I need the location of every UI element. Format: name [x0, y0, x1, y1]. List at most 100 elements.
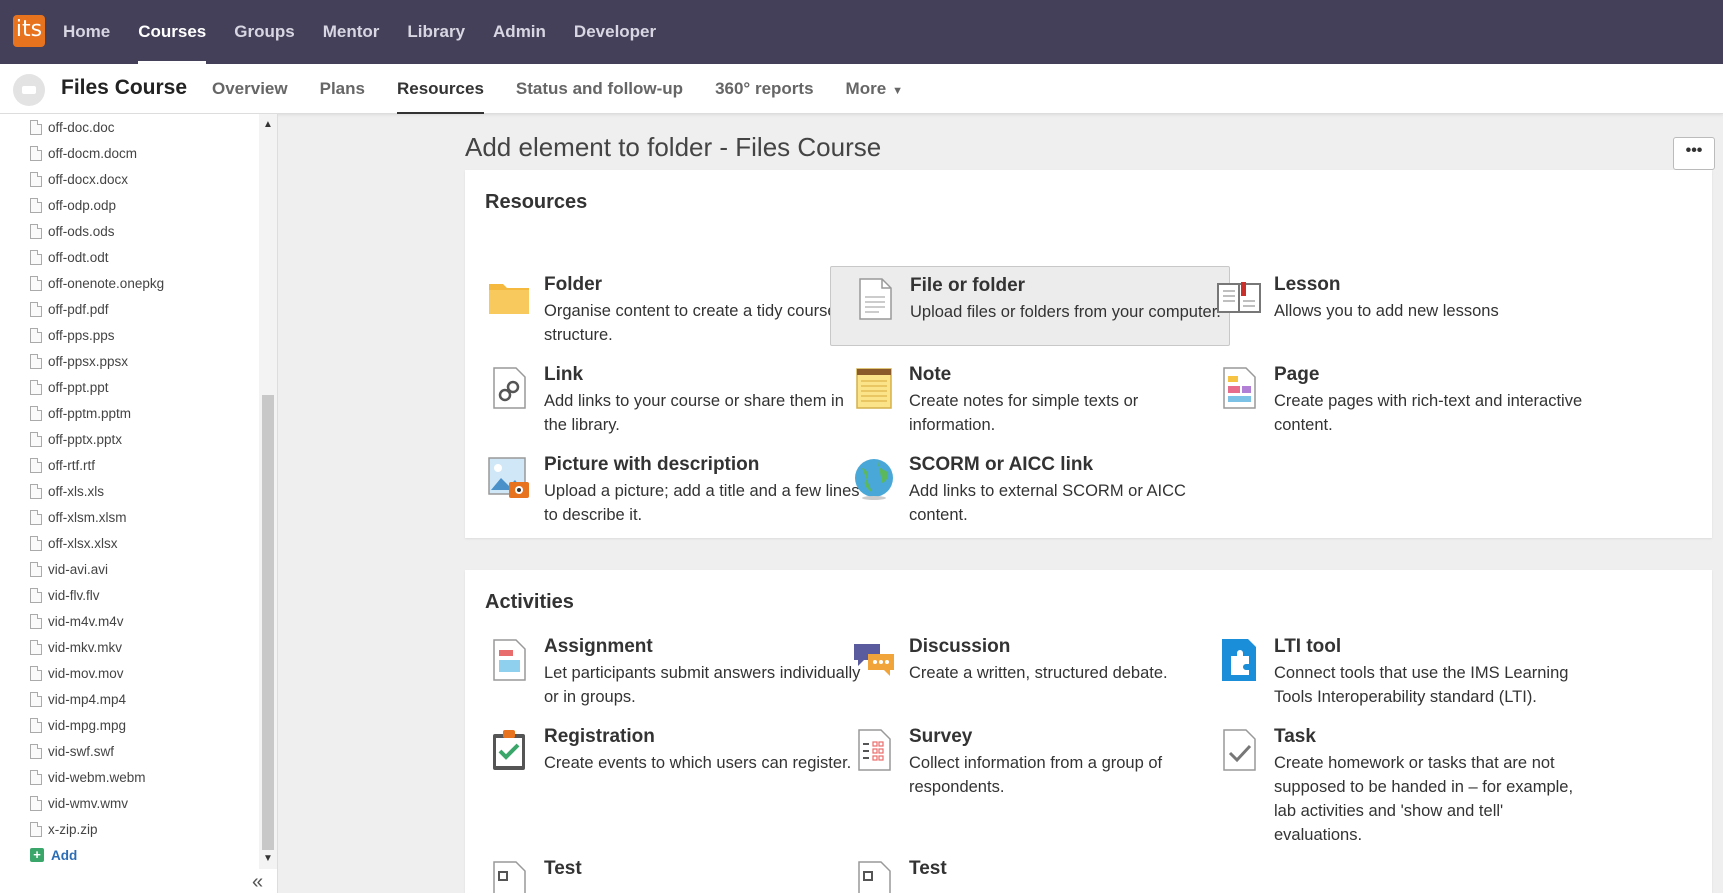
nav-library[interactable]: Library: [407, 0, 465, 64]
nav-courses[interactable]: Courses: [138, 0, 207, 64]
file-tree-item[interactable]: off-ppsx.ppsx: [30, 348, 164, 374]
file-tree-item[interactable]: off-ppt.ppt: [30, 374, 164, 400]
scroll-down-arrow-icon[interactable]: ▼: [262, 852, 274, 866]
element-option-scorm-or-aicc-link[interactable]: SCORM or AICC link Add links to external …: [830, 446, 1230, 526]
document-icon: [30, 249, 42, 265]
file-tree-item[interactable]: vid-webm.webm: [30, 764, 164, 790]
tab-status-follow-up[interactable]: Status and follow-up: [516, 64, 683, 114]
file-tree-item-label: off-onenote.onepkg: [48, 275, 165, 291]
element-option-note[interactable]: Note Create notes for simple texts or inf…: [830, 356, 1230, 436]
nav-home[interactable]: Home: [63, 0, 110, 64]
tab-overview[interactable]: Overview: [212, 64, 288, 114]
file-tree-item[interactable]: vid-swf.swf: [30, 738, 164, 764]
file-tree-item[interactable]: off-pptx.pptx: [30, 426, 164, 452]
test-icon: [850, 858, 898, 893]
tab-more[interactable]: More ▼: [846, 64, 904, 114]
element-option-title: Discussion: [909, 636, 1011, 657]
element-option-discussion[interactable]: Discussion Create a written, structured d…: [830, 628, 1230, 708]
element-option-lti-tool[interactable]: LTI tool Connect tools that use the IMS L…: [1195, 628, 1595, 708]
file-tree-item-label: off-xlsm.xlsm: [48, 509, 127, 525]
document-icon: [30, 223, 42, 239]
file-tree-item[interactable]: off-docx.docx: [30, 166, 164, 192]
add-file-button[interactable]: + Add: [30, 842, 164, 868]
file-tree-item[interactable]: vid-avi.avi: [30, 556, 164, 582]
file-tree-item[interactable]: off-odp.odp: [30, 192, 164, 218]
element-option-link[interactable]: Link Add links to your course or share th…: [465, 356, 865, 436]
file-tree-item[interactable]: off-xlsm.xlsm: [30, 504, 164, 530]
file-tree-item[interactable]: off-docm.docm: [30, 140, 164, 166]
file-tree-item[interactable]: vid-mov.mov: [30, 660, 164, 686]
file-tree-item[interactable]: x-zip.zip: [30, 816, 164, 842]
document-icon: [30, 665, 42, 681]
element-option-assignment[interactable]: Assignment Let participants submit answer…: [465, 628, 865, 708]
file-tree-item[interactable]: vid-mp4.mp4: [30, 686, 164, 712]
document-icon: [30, 353, 42, 369]
element-option-test[interactable]: Test: [465, 850, 865, 893]
document-icon: [30, 509, 42, 525]
document-icon: [30, 119, 42, 135]
file-tree-item[interactable]: off-pptm.pptm: [30, 400, 164, 426]
document-icon: [30, 171, 42, 187]
file-tree-item[interactable]: vid-mpg.mpg: [30, 712, 164, 738]
nav-mentor[interactable]: Mentor: [323, 0, 380, 64]
file-tree-item[interactable]: off-ods.ods: [30, 218, 164, 244]
file-tree-item[interactable]: off-doc.doc: [30, 114, 164, 140]
caret-down-icon: ▼: [892, 85, 904, 97]
document-icon: [30, 743, 42, 759]
course-avatar-icon[interactable]: [13, 74, 45, 106]
file-tree-item[interactable]: vid-mkv.mkv: [30, 634, 164, 660]
nav-admin[interactable]: Admin: [493, 0, 546, 64]
element-option-page[interactable]: Page Create pages with rich-text and inte…: [1195, 356, 1595, 436]
file-tree-item[interactable]: off-pps.pps: [30, 322, 164, 348]
element-option-title: Page: [1274, 364, 1320, 385]
its-logo[interactable]: its: [13, 15, 45, 47]
file-tree-item[interactable]: off-xls.xls: [30, 478, 164, 504]
more-options-button[interactable]: •••: [1673, 137, 1715, 170]
element-option-title: Task: [1274, 726, 1316, 747]
element-option-description: Upload files or folders from your comput…: [910, 303, 1221, 321]
element-option-picture-with-description[interactable]: Picture with description Upload a picture…: [465, 446, 865, 526]
element-option-title: Assignment: [544, 636, 653, 657]
scroll-up-arrow-icon[interactable]: ▲: [262, 118, 274, 132]
file-tree-item-label: off-doc.doc: [48, 119, 115, 135]
element-option-title: Registration: [544, 726, 655, 747]
file-tree-item-label: off-ppt.ppt: [48, 379, 109, 395]
element-option-description: Add links to your course or share them i…: [544, 392, 844, 434]
file-tree-item[interactable]: vid-m4v.m4v: [30, 608, 164, 634]
element-option-title: Picture with description: [544, 454, 760, 475]
lesson-icon: [1215, 274, 1263, 322]
element-option-test[interactable]: Test: [830, 850, 1230, 893]
element-option-lesson[interactable]: Lesson Allows you to add new lessons: [1195, 266, 1595, 346]
document-icon: [30, 301, 42, 317]
file-tree-item[interactable]: vid-flv.flv: [30, 582, 164, 608]
tab-resources[interactable]: Resources: [396, 64, 484, 114]
document-icon: [30, 145, 42, 161]
file-tree-item[interactable]: vid-wmv.wmv: [30, 790, 164, 816]
nav-groups[interactable]: Groups: [234, 0, 294, 64]
tab-more-label: More: [845, 79, 887, 98]
scroll-thumb[interactable]: [262, 395, 274, 850]
tab-plans[interactable]: Plans: [320, 64, 365, 114]
file-tree-item-label: off-odp.odp: [48, 197, 117, 213]
element-option-registration[interactable]: Registration Create events to which users…: [465, 718, 865, 798]
collapse-sidebar-icon[interactable]: «: [252, 871, 263, 893]
sidebar-scrollbar[interactable]: ▲ ▼: [259, 114, 277, 869]
course-title[interactable]: Files Course: [61, 76, 187, 100]
file-tree-item[interactable]: off-xlsx.xlsx: [30, 530, 164, 556]
element-option-survey[interactable]: Survey Collect information from a group o…: [830, 718, 1230, 798]
element-option-description: Upload a picture; add a title and a few …: [544, 482, 860, 524]
file-tree-item[interactable]: off-pdf.pdf: [30, 296, 164, 322]
file-tree-item-label: vid-mov.mov: [48, 665, 124, 681]
folder-icon: [485, 274, 533, 322]
element-option-description: Add links to external SCORM or AICC cont…: [909, 482, 1186, 524]
file-tree-item[interactable]: off-rtf.rtf: [30, 452, 164, 478]
element-option-file-or-folder[interactable]: File or folder Upload files or folders fr…: [830, 266, 1230, 346]
nav-developer[interactable]: Developer: [574, 0, 656, 64]
picture-icon: [485, 454, 533, 502]
element-option-task[interactable]: Task Create homework or tasks that are no…: [1195, 718, 1595, 844]
document-icon: [30, 483, 42, 499]
element-option-folder[interactable]: Folder Organise content to create a tidy …: [465, 266, 865, 346]
file-tree-item[interactable]: off-odt.odt: [30, 244, 164, 270]
file-tree-item[interactable]: off-onenote.onepkg: [30, 270, 164, 296]
tab-360-reports[interactable]: 360° reports: [715, 64, 813, 114]
